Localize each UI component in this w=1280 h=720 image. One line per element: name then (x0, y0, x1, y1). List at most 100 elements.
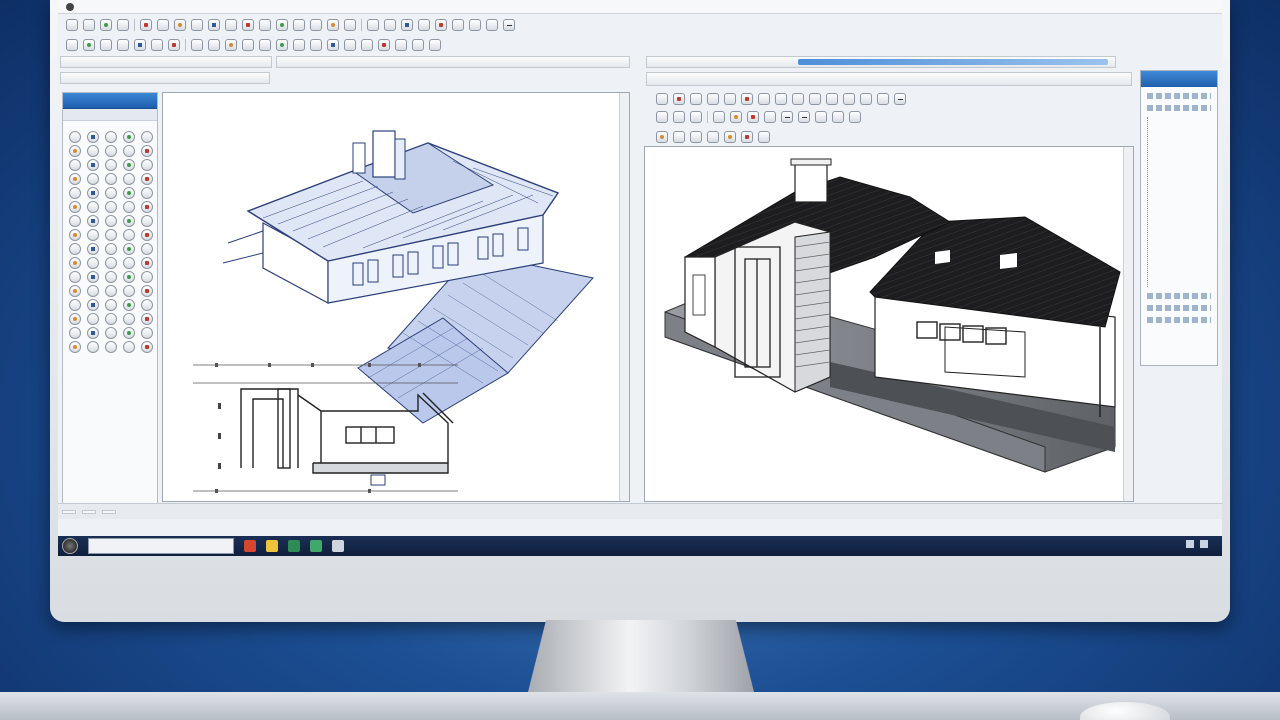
palette-tool-icon[interactable] (105, 201, 117, 213)
snap-icon[interactable] (191, 19, 203, 31)
walkthrough-icon[interactable] (378, 39, 390, 51)
block-icon[interactable] (293, 39, 305, 51)
plan-viewport[interactable] (162, 92, 630, 502)
palette-tool-icon[interactable] (141, 271, 153, 283)
light-icon[interactable] (344, 39, 356, 51)
door-tool-icon[interactable] (259, 19, 271, 31)
network-icon[interactable] (1186, 540, 1194, 548)
palette-tool-icon[interactable] (69, 229, 81, 241)
palette-tool-icon[interactable] (69, 159, 81, 171)
palette-tool-icon[interactable] (105, 299, 117, 311)
palette-tool-icon[interactable] (105, 271, 117, 283)
push-pull-icon[interactable] (815, 111, 827, 123)
palette-tool-icon[interactable] (105, 243, 117, 255)
style-icon[interactable] (690, 131, 702, 143)
grid-icon[interactable] (208, 19, 220, 31)
arc-icon[interactable] (798, 111, 810, 123)
view-left-icon[interactable] (690, 93, 702, 105)
elevation-icon[interactable] (486, 19, 498, 31)
palette-tool-icon[interactable] (141, 327, 153, 339)
palette-tool-icon[interactable] (141, 243, 153, 255)
view-top-icon[interactable] (724, 93, 736, 105)
palette-tool-icon[interactable] (87, 159, 99, 171)
match-photo-icon[interactable] (724, 131, 736, 143)
view-back-icon[interactable] (673, 93, 685, 105)
taskbar-search-input[interactable] (88, 538, 234, 554)
palette-tool-icon[interactable] (105, 131, 117, 143)
hatch-icon[interactable] (276, 39, 288, 51)
save-icon[interactable] (100, 19, 112, 31)
palette-tool-icon[interactable] (105, 313, 117, 325)
sun-icon[interactable] (826, 93, 838, 105)
animation-icon[interactable] (741, 131, 753, 143)
open-folder-icon[interactable] (83, 19, 95, 31)
palette-tool-icon[interactable] (123, 145, 135, 157)
export-icon[interactable] (395, 39, 407, 51)
tape-icon[interactable] (764, 111, 776, 123)
walk-icon[interactable] (713, 111, 725, 123)
palette-tool-icon[interactable] (123, 271, 135, 283)
palette-tool-icon[interactable] (141, 131, 153, 143)
properties-row[interactable] (1147, 317, 1211, 323)
properties-row[interactable] (1147, 305, 1211, 311)
mirror-icon[interactable] (134, 39, 146, 51)
taskbar-app-icon[interactable] (310, 540, 322, 552)
section-icon[interactable] (469, 19, 481, 31)
move-icon[interactable] (83, 39, 95, 51)
palette-tool-icon[interactable] (87, 201, 99, 213)
palette-tool-icon[interactable] (123, 173, 135, 185)
render-icon[interactable] (435, 19, 447, 31)
scene-icon[interactable] (673, 131, 685, 143)
fog-icon[interactable] (707, 131, 719, 143)
fillet-icon[interactable] (242, 39, 254, 51)
properties-row[interactable] (1147, 105, 1211, 111)
palette-tool-icon[interactable] (87, 243, 99, 255)
palette-tool-icon[interactable] (87, 271, 99, 283)
offset-3d-icon[interactable] (849, 111, 861, 123)
palette-tool-icon[interactable] (87, 229, 99, 241)
palette-tool-icon[interactable] (105, 173, 117, 185)
palette-tool-icon[interactable] (123, 313, 135, 325)
palette-tool-icon[interactable] (105, 327, 117, 339)
palette-tool-icon[interactable] (123, 299, 135, 311)
palette-tool-icon[interactable] (123, 341, 135, 353)
material-icon[interactable] (327, 39, 339, 51)
view-front-icon[interactable] (656, 93, 668, 105)
palette-tool-icon[interactable] (123, 243, 135, 255)
3d-scrollbar-vertical[interactable] (1123, 147, 1133, 501)
palette-tool-icon[interactable] (69, 257, 81, 269)
line-3d-icon[interactable] (781, 111, 793, 123)
perspective-icon[interactable] (843, 93, 855, 105)
shadows-icon[interactable] (809, 93, 821, 105)
object-tree[interactable] (1147, 117, 1211, 287)
settings-icon[interactable] (503, 19, 515, 31)
palette-tool-icon[interactable] (123, 131, 135, 143)
palette-tool-icon[interactable] (87, 341, 99, 353)
taskbar-app-icon[interactable] (288, 540, 300, 552)
palette-tool-icon[interactable] (105, 229, 117, 241)
new-file-icon[interactable] (66, 19, 78, 31)
delete-icon[interactable] (168, 39, 180, 51)
component-icon[interactable] (656, 131, 668, 143)
palette-tool-icon[interactable] (123, 187, 135, 199)
palette-tool-icon[interactable] (141, 159, 153, 171)
properties-row[interactable] (1147, 293, 1211, 299)
palette-tool-icon[interactable] (69, 215, 81, 227)
view-right-icon[interactable] (707, 93, 719, 105)
palette-tool-icon[interactable] (123, 159, 135, 171)
palette-tool-icon[interactable] (69, 187, 81, 199)
palette-tool-icon[interactable] (105, 215, 117, 227)
pan-icon[interactable] (401, 19, 413, 31)
palette-tool-icon[interactable] (141, 341, 153, 353)
palette-tool-icon[interactable] (69, 131, 81, 143)
camera-icon[interactable] (361, 39, 373, 51)
paint-icon[interactable] (730, 111, 742, 123)
undo-icon[interactable] (140, 19, 152, 31)
xray-icon[interactable] (877, 93, 889, 105)
print-icon[interactable] (117, 19, 129, 31)
palette-tool-icon[interactable] (105, 159, 117, 171)
palette-tool-icon[interactable] (105, 187, 117, 199)
orbit-icon[interactable] (418, 19, 430, 31)
layer-icon[interactable] (174, 19, 186, 31)
palette-tool-icon[interactable] (141, 299, 153, 311)
